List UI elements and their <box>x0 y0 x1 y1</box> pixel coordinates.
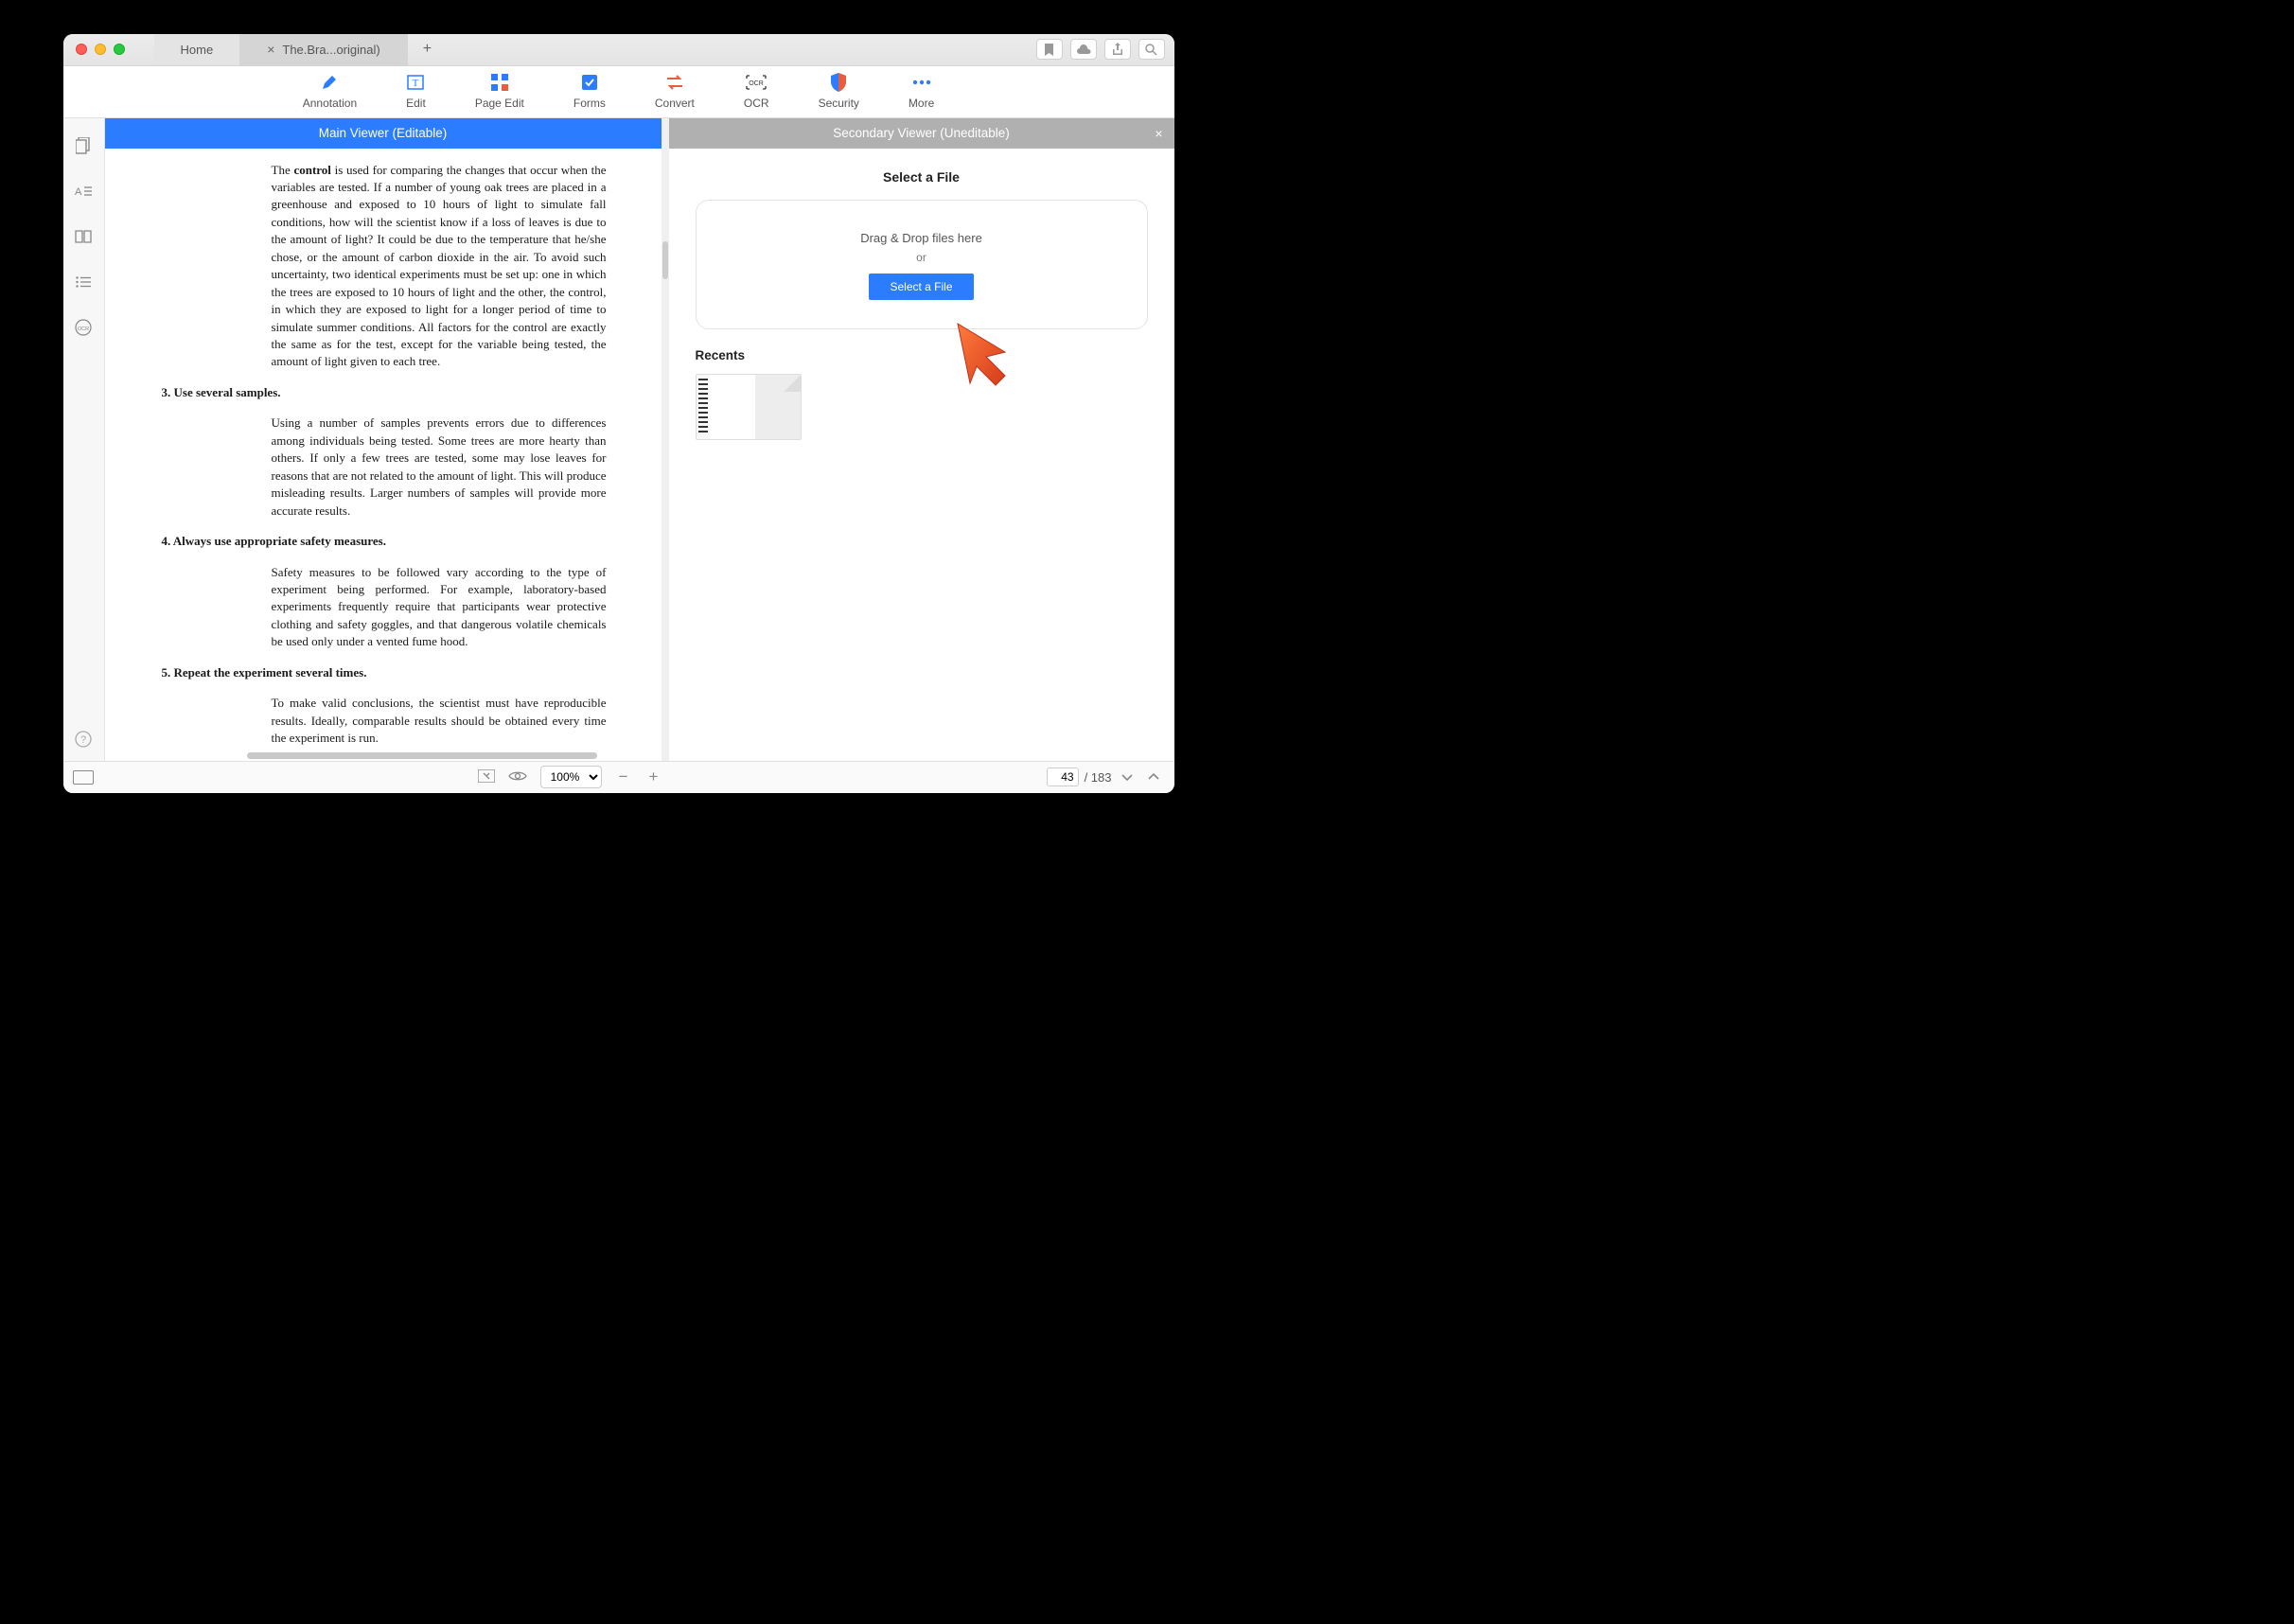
file-select-area: Select a File Drag & Drop files here or … <box>669 149 1174 461</box>
toolbar-more-label: More <box>909 97 934 110</box>
main-viewer-title: Main Viewer (Editable) <box>319 126 448 140</box>
sidebar-help-icon[interactable]: ? <box>73 729 94 750</box>
dog-ear-icon <box>784 375 801 392</box>
toolbar-convert[interactable]: Convert <box>655 72 695 117</box>
svg-text:?: ? <box>80 734 86 746</box>
maximize-window-button[interactable] <box>114 44 125 55</box>
tab-home[interactable]: Home <box>154 34 241 65</box>
zoom-in-button[interactable]: + <box>645 768 662 786</box>
sidebar-list-icon[interactable] <box>73 272 94 292</box>
page-total-label: / 183 <box>1085 770 1112 785</box>
tab-home-label: Home <box>181 43 214 57</box>
traffic-lights <box>63 44 137 55</box>
eye-icon[interactable] <box>508 770 527 785</box>
statusbar-right: / 183 <box>1047 768 1165 786</box>
toolbar-annotation-label: Annotation <box>303 97 357 110</box>
titlebar-actions <box>1036 39 1174 60</box>
toolbar-ocr[interactable]: OCR OCR <box>744 72 769 117</box>
svg-text:T: T <box>413 78 419 89</box>
main-area: A OCR ? Main Viewer (Editable) <box>63 118 1174 761</box>
shield-icon <box>831 72 846 93</box>
statusbar-center: 100% − + <box>478 766 662 788</box>
toolbar-ocr-label: OCR <box>744 97 769 110</box>
doc-heading-4: 4. Always use appropriate safety measure… <box>162 533 607 550</box>
sidebar-text-icon[interactable]: A <box>73 181 94 202</box>
toolbar-edit[interactable]: T Edit <box>406 72 426 117</box>
view-mode-icon[interactable] <box>73 770 94 785</box>
page-up-icon[interactable] <box>1143 770 1164 785</box>
panel-divider[interactable] <box>662 118 669 761</box>
doc-heading-3: 3. Use several samples. <box>162 384 607 401</box>
toolbar: Annotation T Edit Page Edit Forms Conver… <box>63 66 1174 118</box>
spiral-binding-icon <box>698 379 708 435</box>
secondary-viewer-body: Select a File Drag & Drop files here or … <box>669 149 1174 761</box>
text-edit-icon: T <box>406 72 425 93</box>
statusbar: 100% − + / 183 <box>63 761 1174 793</box>
toolbar-edit-label: Edit <box>406 97 426 110</box>
doc-paragraph: To make valid conclusions, the scientist… <box>272 695 607 747</box>
toolbar-page-edit[interactable]: Page Edit <box>475 72 524 117</box>
svg-text:OCR: OCR <box>78 327 89 332</box>
toolbar-page-edit-label: Page Edit <box>475 97 524 110</box>
select-file-button[interactable]: Select a File <box>869 274 973 300</box>
secondary-viewer-panel: Secondary Viewer (Uneditable) × Select a… <box>669 118 1174 761</box>
sidebar-ocr-icon[interactable]: OCR <box>73 317 94 338</box>
share-icon[interactable] <box>1104 39 1131 60</box>
page-number-input[interactable] <box>1047 768 1079 786</box>
toolbar-forms[interactable]: Forms <box>574 72 606 117</box>
tab-bar: Home × The.Bra...original) + <box>154 34 448 65</box>
more-icon <box>912 72 931 93</box>
minimize-window-button[interactable] <box>95 44 106 55</box>
svg-text:A: A <box>75 186 82 198</box>
zoom-out-button[interactable]: − <box>615 768 632 786</box>
close-panel-icon[interactable]: × <box>1155 126 1162 141</box>
drag-drop-text: Drag & Drop files here <box>719 231 1124 245</box>
sidebar-pages-icon[interactable] <box>73 135 94 156</box>
doc-paragraph: The control is used for comparing the ch… <box>272 162 607 371</box>
left-sidebar: A OCR ? <box>63 118 105 761</box>
page-down-icon[interactable] <box>1117 770 1138 785</box>
zoom-select[interactable]: 100% <box>540 766 602 788</box>
titlebar: Home × The.Bra...original) + <box>63 34 1174 66</box>
convert-icon <box>665 72 684 93</box>
tab-document[interactable]: × The.Bra...original) <box>240 34 408 65</box>
toolbar-forms-label: Forms <box>574 97 606 110</box>
doc-heading-5: 5. Repeat the experiment several times. <box>162 664 607 681</box>
cloud-icon[interactable] <box>1070 39 1097 60</box>
main-viewer-body[interactable]: The control is used for comparing the ch… <box>105 149 662 761</box>
bookmark-icon[interactable] <box>1036 39 1063 60</box>
checkbox-icon <box>581 72 598 93</box>
pen-icon <box>320 72 339 93</box>
close-tab-icon[interactable]: × <box>267 42 274 57</box>
sidebar-book-icon[interactable] <box>73 226 94 247</box>
toolbar-convert-label: Convert <box>655 97 695 110</box>
grid-icon <box>491 72 508 93</box>
document-content: The control is used for comparing the ch… <box>105 149 662 761</box>
doc-paragraph: Safety measures to be followed vary acco… <box>272 564 607 651</box>
secondary-viewer-title: Secondary Viewer (Uneditable) <box>833 126 1010 140</box>
recents-heading: Recents <box>696 348 1148 362</box>
secondary-viewer-header: Secondary Viewer (Uneditable) × <box>669 118 1174 149</box>
recent-file-thumbnail[interactable] <box>696 374 802 440</box>
toolbar-more[interactable]: More <box>909 72 934 117</box>
search-icon[interactable] <box>1138 39 1165 60</box>
toolbar-security-label: Security <box>819 97 859 110</box>
ocr-icon: OCR <box>746 72 767 93</box>
or-text: or <box>719 251 1124 264</box>
doc-paragraph: Using a number of samples prevents error… <box>272 415 607 520</box>
main-viewer-header: Main Viewer (Editable) <box>105 118 662 149</box>
tab-document-label: The.Bra...original) <box>282 43 379 57</box>
select-file-heading: Select a File <box>696 169 1148 185</box>
add-tab-button[interactable]: + <box>408 34 447 65</box>
main-viewer-panel: Main Viewer (Editable) The control is us… <box>105 118 662 761</box>
drop-zone[interactable]: Drag & Drop files here or Select a File <box>696 200 1148 329</box>
close-window-button[interactable] <box>76 44 87 55</box>
horizontal-scrollbar[interactable] <box>247 752 597 759</box>
toolbar-annotation[interactable]: Annotation <box>303 72 357 117</box>
svg-text:OCR: OCR <box>749 80 764 87</box>
fit-icon[interactable] <box>478 769 495 786</box>
toolbar-security[interactable]: Security <box>819 72 859 117</box>
app-window: Home × The.Bra...original) + <box>63 34 1174 793</box>
split-panels: Main Viewer (Editable) The control is us… <box>105 118 1174 761</box>
